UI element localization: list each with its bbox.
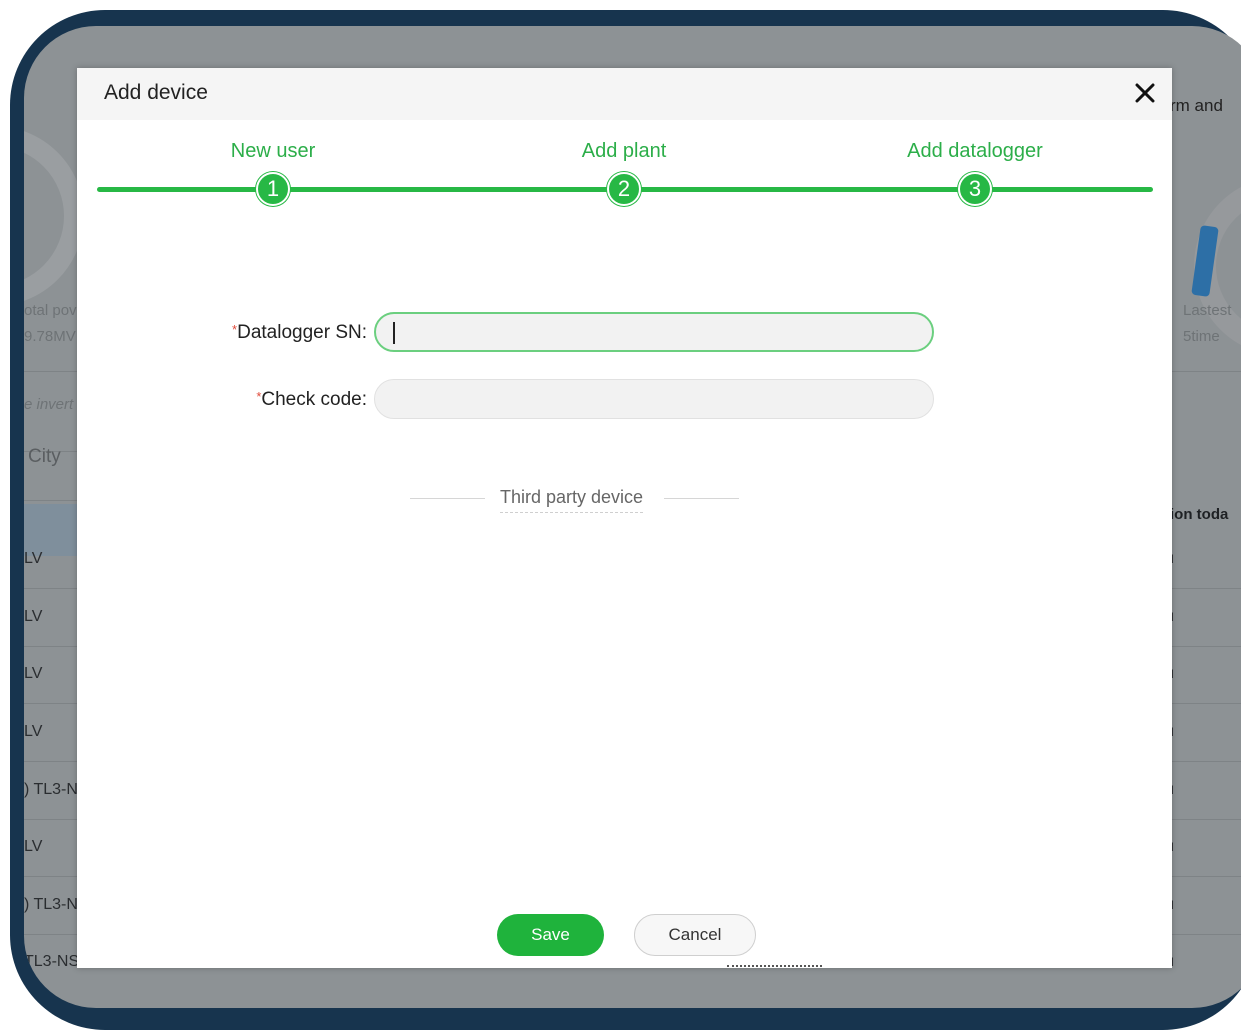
table-row-cell: TL3-NS — [24, 953, 80, 970]
modal-title: Add device — [104, 81, 208, 104]
step-number-badge: 3 — [958, 172, 992, 206]
step-label: Add plant — [581, 140, 667, 162]
top-right-link: rm and — [1170, 96, 1223, 115]
lastest-value: 5time — [1183, 328, 1220, 345]
table-header-right: ion toda — [1170, 506, 1229, 523]
total-power-gauge — [24, 126, 84, 306]
check-code-row: *Check code: — [77, 379, 1172, 421]
inverter-label: e invert — [24, 396, 74, 413]
step-add-datalogger: Add datalogger 3 — [865, 140, 1085, 206]
total-power-label: otal pov — [24, 302, 77, 319]
step-label: Add datalogger — [907, 140, 1043, 162]
datalogger-sn-input[interactable] — [374, 312, 934, 352]
divider-right — [664, 498, 739, 499]
step-label: New user — [230, 140, 316, 162]
text-caret — [393, 322, 395, 344]
table-row-cell: LV — [24, 608, 43, 625]
check-code-input[interactable] — [374, 379, 934, 419]
table-row-cell: LV — [24, 723, 43, 740]
total-power-value: 9.78MV — [24, 328, 76, 345]
divider-left — [410, 498, 485, 499]
lastest-label: Lastest — [1183, 302, 1232, 319]
datalogger-sn-label: *Datalogger SN: — [232, 322, 367, 344]
table-row-cell: ) TL3-N: — [24, 781, 83, 798]
city-filter-label: City — [28, 446, 61, 467]
datalogger-sn-label-text: Datalogger SN: — [237, 322, 367, 343]
close-icon — [1135, 83, 1155, 103]
table-row-cell: LV — [24, 550, 43, 567]
underlying-dotted-line — [727, 965, 822, 967]
check-code-label: *Check code: — [256, 389, 367, 411]
step-new-user: New user 1 — [163, 140, 383, 206]
step-add-plant: Add plant 2 — [514, 140, 734, 206]
datalogger-sn-row: *Datalogger SN: — [77, 312, 1172, 354]
table-row-cell: ) TL3-N: — [24, 896, 83, 913]
close-button[interactable] — [1132, 80, 1158, 106]
add-device-modal: Add device New user 1 Add plant 2 Add da… — [77, 68, 1172, 968]
cancel-button[interactable]: Cancel — [634, 914, 756, 956]
check-code-label-text: Check code: — [261, 389, 367, 410]
modal-header: Add device — [77, 68, 1172, 120]
step-number-badge: 2 — [607, 172, 641, 206]
table-row-cell: LV — [24, 665, 43, 682]
third-party-device-link[interactable]: Third party device — [500, 487, 644, 513]
save-button[interactable]: Save — [497, 914, 604, 956]
table-row-cell: LV — [24, 838, 43, 855]
step-number-badge: 1 — [256, 172, 290, 206]
